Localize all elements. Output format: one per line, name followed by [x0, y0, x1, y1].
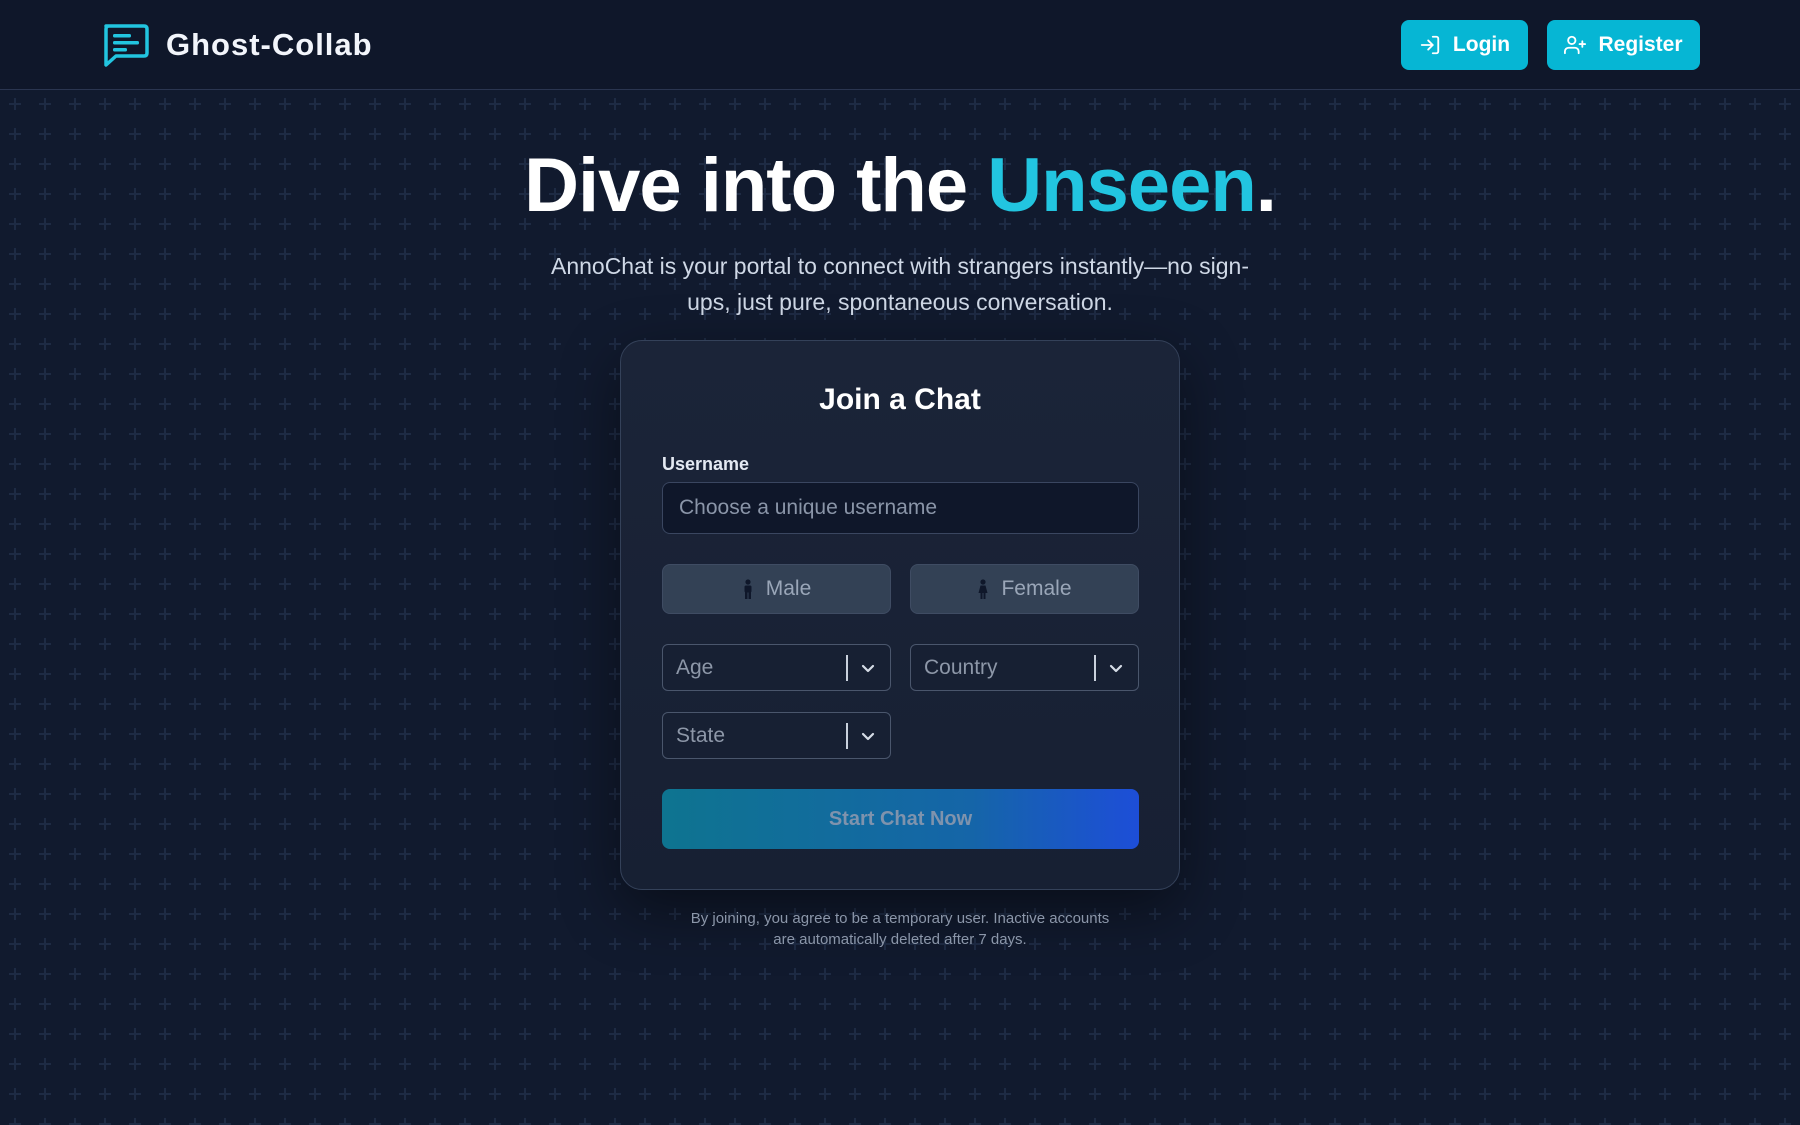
- username-input[interactable]: [662, 482, 1139, 534]
- chevron-down-icon: [1109, 664, 1123, 672]
- state-placeholder: State: [676, 723, 726, 747]
- disclaimer-text: By joining, you agree to be a temporary …: [690, 910, 1110, 948]
- join-chat-card: Join a Chat Username Male Female Age Cou…: [620, 340, 1180, 890]
- country-placeholder: Country: [924, 655, 998, 679]
- username-label: Username: [662, 454, 750, 474]
- hero-title-accent: Unseen: [987, 143, 1257, 228]
- age-select[interactable]: Age: [662, 644, 891, 691]
- hero-title: Dive into the Unseen.: [0, 142, 1800, 229]
- log-in-icon: [1420, 35, 1440, 55]
- login-button[interactable]: Login: [1401, 20, 1528, 70]
- male-button[interactable]: Male: [662, 564, 891, 614]
- female-button[interactable]: Female: [910, 564, 1139, 614]
- register-button[interactable]: Register: [1547, 20, 1700, 70]
- brand[interactable]: Ghost-Collab: [100, 22, 373, 68]
- age-placeholder: Age: [676, 655, 714, 679]
- chevron-down-icon: [861, 664, 875, 672]
- state-select[interactable]: State: [662, 712, 891, 759]
- brand-name: Ghost-Collab: [166, 27, 373, 62]
- card-title: Join a Chat: [819, 383, 981, 416]
- register-label: Register: [1598, 33, 1683, 56]
- select-separator: [846, 722, 848, 749]
- select-separator: [1094, 654, 1096, 681]
- hero-subtitle: AnnoChat is your portal to connect with …: [550, 253, 1250, 315]
- male-person-icon: [744, 579, 752, 599]
- login-label: Login: [1452, 33, 1511, 56]
- top-navbar: Ghost-Collab Login Register: [0, 0, 1800, 90]
- select-separator: [846, 654, 848, 681]
- chevron-down-icon: [861, 732, 875, 740]
- hero-title-suffix: .: [1255, 143, 1277, 228]
- user-plus-icon: [1564, 35, 1587, 55]
- female-label: Female: [1001, 577, 1072, 600]
- female-person-icon: [978, 579, 988, 599]
- male-label: Male: [765, 577, 812, 600]
- start-chat-button[interactable]: Start Chat Now: [662, 789, 1139, 849]
- chat-bubble-icon: [104, 24, 149, 67]
- hero-title-prefix: Dive into the: [524, 143, 988, 228]
- country-select[interactable]: Country: [910, 644, 1139, 691]
